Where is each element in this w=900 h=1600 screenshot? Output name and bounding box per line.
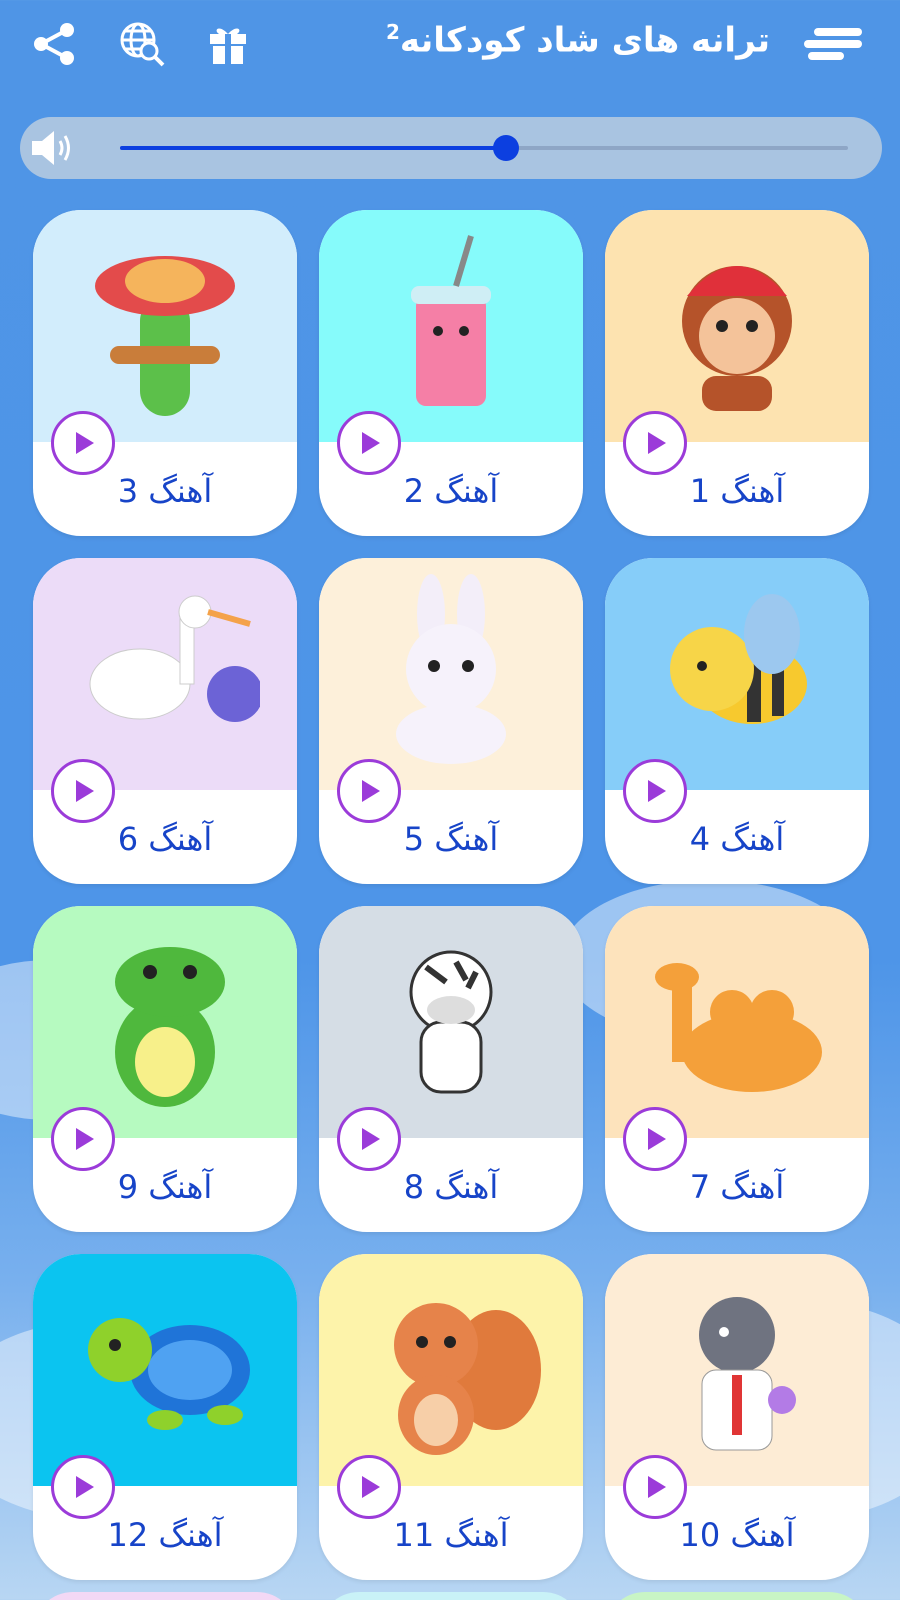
song-illustration — [605, 1254, 869, 1486]
play-icon — [648, 1476, 666, 1498]
song-illustration — [605, 558, 869, 790]
play-button[interactable] — [623, 1107, 687, 1171]
song-card[interactable]: آهنگ 6 — [33, 558, 297, 884]
song-card[interactable]: آهنگ 1 — [605, 210, 869, 536]
squirrel-illustration — [394, 1303, 541, 1455]
song-label: آهنگ 8 — [403, 1168, 499, 1206]
play-icon — [362, 1476, 380, 1498]
play-button[interactable] — [623, 1455, 687, 1519]
song-card[interactable]: آهنگ 12 — [33, 1254, 297, 1580]
song-card[interactable]: آهنگ 8 — [319, 906, 583, 1232]
play-button[interactable] — [51, 411, 115, 475]
song-card[interactable]: آهنگ 7 — [605, 906, 869, 1232]
song-card[interactable]: آهنگ 9 — [33, 906, 297, 1232]
song-illustration — [33, 906, 297, 1138]
web-search-icon[interactable] — [116, 18, 168, 70]
song-illustration — [319, 558, 583, 790]
song-card[interactable]: آهنگ 2 — [319, 210, 583, 536]
volume-knob[interactable] — [492, 135, 519, 161]
song-illustration — [319, 1254, 583, 1486]
song-card[interactable]: آهنگ 10 — [605, 1254, 869, 1580]
song-illustration — [33, 210, 297, 442]
song-card[interactable]: آهنگ 3 — [33, 210, 297, 536]
bunny-illustration — [396, 574, 506, 764]
cactus-illustration — [95, 256, 235, 416]
song-card[interactable]: آهنگ 5 — [319, 558, 583, 884]
play-icon — [362, 1128, 380, 1150]
stork-illustration — [89, 595, 260, 722]
play-icon — [362, 432, 380, 454]
smoothie-illustration — [411, 235, 491, 406]
play-icon — [648, 1128, 666, 1150]
play-icon — [362, 780, 380, 802]
play-button[interactable] — [337, 1455, 401, 1519]
song-label: آهنگ 9 — [117, 1168, 213, 1206]
song-illustration — [319, 906, 583, 1138]
song-illustration — [33, 1254, 297, 1486]
song-illustration — [605, 906, 869, 1138]
camel-illustration — [655, 963, 822, 1092]
song-label: آهنگ 1 — [689, 472, 785, 510]
app-title: ترانه های شاد کودکانه2 — [385, 20, 770, 61]
song-label: آهنگ 5 — [403, 820, 499, 858]
song-label: آهنگ 4 — [689, 820, 785, 858]
card-peek — [33, 1592, 297, 1600]
play-button[interactable] — [51, 1107, 115, 1171]
play-icon — [76, 432, 94, 454]
menu-icon[interactable] — [800, 18, 866, 70]
song-label: آهنگ 10 — [679, 1516, 795, 1554]
play-button[interactable] — [51, 759, 115, 823]
bee-illustration — [670, 594, 807, 724]
share-icon[interactable] — [28, 18, 80, 70]
song-illustration — [605, 210, 869, 442]
volume-slider[interactable] — [120, 135, 848, 161]
card-peek — [319, 1592, 583, 1600]
play-button[interactable] — [337, 411, 401, 475]
monkey-illustration — [682, 266, 792, 411]
speaker-icon[interactable] — [30, 127, 76, 169]
play-button[interactable] — [51, 1455, 115, 1519]
song-card[interactable]: آهنگ 11 — [319, 1254, 583, 1580]
play-button[interactable] — [623, 411, 687, 475]
zebra-illustration — [409, 950, 493, 1094]
turtle-illustration — [88, 1318, 250, 1430]
play-icon — [648, 432, 666, 454]
song-label: آهنگ 7 — [689, 1168, 785, 1206]
volume-fill — [120, 146, 506, 150]
play-icon — [76, 1128, 94, 1150]
play-icon — [76, 1476, 94, 1498]
song-label: آهنگ 3 — [117, 472, 213, 510]
volume-control — [20, 117, 882, 179]
play-button[interactable] — [623, 759, 687, 823]
zebra-scientist-illustration — [699, 1297, 796, 1451]
play-button[interactable] — [337, 1107, 401, 1171]
song-label: آهنگ 11 — [393, 1516, 509, 1554]
song-label: آهنگ 12 — [107, 1516, 223, 1554]
song-label: آهنگ 2 — [403, 472, 499, 510]
dinosaur-illustration — [115, 947, 225, 1107]
song-illustration — [319, 210, 583, 442]
play-icon — [648, 780, 666, 802]
song-card[interactable]: آهنگ 4 — [605, 558, 869, 884]
gift-icon[interactable] — [202, 18, 254, 70]
song-illustration — [33, 558, 297, 790]
play-button[interactable] — [337, 759, 401, 823]
app-header: ترانه های شاد کودکانه2 — [0, 0, 900, 100]
card-peek — [605, 1592, 869, 1600]
song-label: آهنگ 6 — [117, 820, 213, 858]
play-icon — [76, 780, 94, 802]
